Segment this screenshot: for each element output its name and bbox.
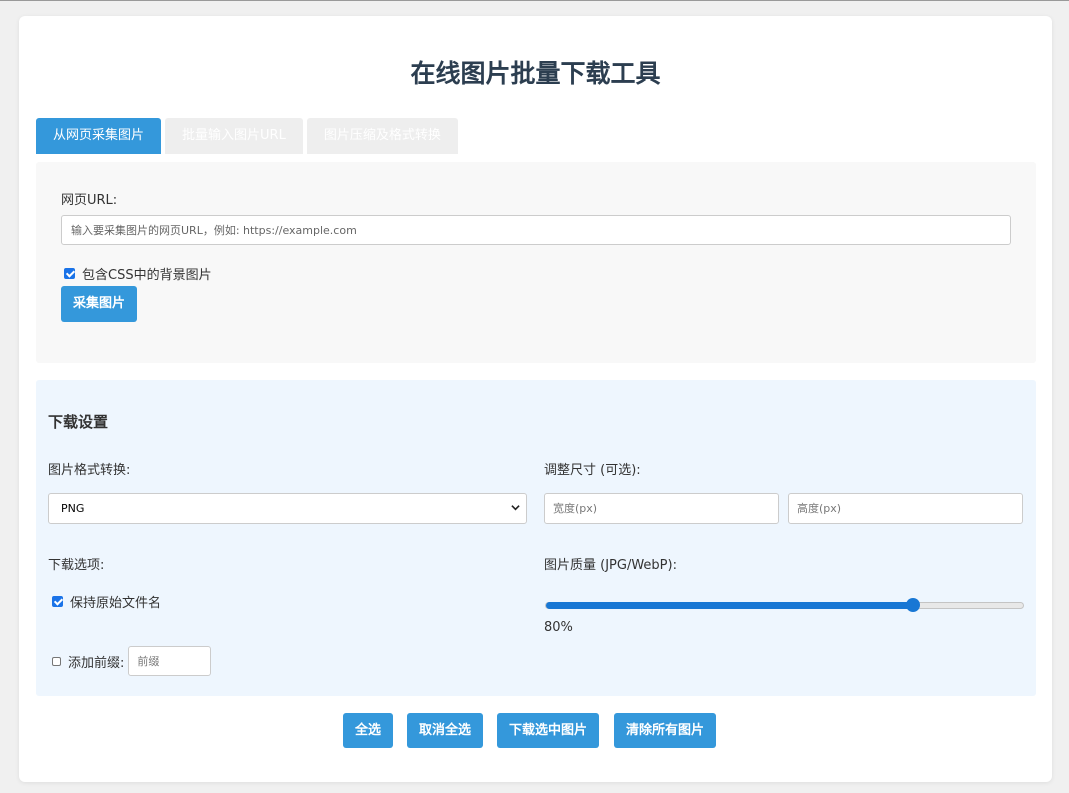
action-buttons: 全选 取消全选 下载选中图片 清除所有图片 <box>19 713 1052 748</box>
chevron-down-icon <box>511 505 520 511</box>
keep-filename-checkbox[interactable] <box>52 596 63 607</box>
tab-bar: 从网页采集图片 批量输入图片URL 图片压缩及格式转换 <box>36 118 462 154</box>
quality-slider-thumb[interactable] <box>906 598 921 612</box>
tab-compress-convert[interactable]: 图片压缩及格式转换 <box>306 118 458 154</box>
quality-label: 图片质量 (JPG/WebP): <box>544 558 677 573</box>
download-options-label: 下载选项: <box>48 558 105 573</box>
deselect-all-button[interactable]: 取消全选 <box>407 713 484 748</box>
format-label: 图片格式转换: <box>48 463 131 478</box>
tab-collect-from-webpage[interactable]: 从网页采集图片 <box>36 118 162 154</box>
tab-batch-url-input[interactable]: 批量输入图片URL <box>165 118 303 154</box>
format-selected-value: PNG <box>61 502 85 515</box>
keep-filename-option[interactable]: 保持原始文件名 <box>52 592 161 611</box>
format-select[interactable]: PNG <box>48 493 527 524</box>
quality-value: 80% <box>544 620 573 635</box>
clear-all-images-button[interactable]: 清除所有图片 <box>614 713 717 748</box>
add-prefix-label: 添加前缀: <box>68 655 125 671</box>
add-prefix-checkbox[interactable] <box>52 656 61 666</box>
height-input[interactable] <box>788 493 1023 524</box>
url-label: 网页URL: <box>61 193 118 208</box>
webpage-url-input[interactable] <box>61 215 1011 245</box>
collect-panel: 网页URL: 包含CSS中的背景图片 采集图片 <box>36 162 1036 363</box>
width-input[interactable] <box>544 493 779 524</box>
collect-images-button[interactable]: 采集图片 <box>61 286 138 322</box>
page-title: 在线图片批量下载工具 <box>410 59 661 88</box>
prefix-input[interactable] <box>128 646 212 676</box>
window-top-border <box>0 0 1069 1</box>
keep-filename-label: 保持原始文件名 <box>70 596 162 611</box>
download-selected-button[interactable]: 下载选中图片 <box>497 713 600 748</box>
css-bg-option[interactable]: 包含CSS中的背景图片 <box>64 264 212 283</box>
main-card: 在线图片批量下载工具 从网页采集图片 批量输入图片URL 图片压缩及格式转换 网… <box>19 16 1052 782</box>
quality-slider[interactable] <box>545 598 1024 612</box>
download-settings-heading: 下载设置 <box>48 413 109 431</box>
select-all-button[interactable]: 全选 <box>343 713 394 748</box>
css-bg-label: 包含CSS中的背景图片 <box>82 268 212 283</box>
resize-label: 调整尺寸 (可选): <box>544 463 641 478</box>
download-settings-panel: 下载设置 图片格式转换: PNG 调整尺寸 (可选): 下载选项: 保持原始文件… <box>36 380 1036 696</box>
add-prefix-option[interactable]: 添加前缀: <box>52 646 212 676</box>
quality-slider-fill <box>546 602 914 609</box>
css-bg-checkbox[interactable] <box>64 268 75 279</box>
